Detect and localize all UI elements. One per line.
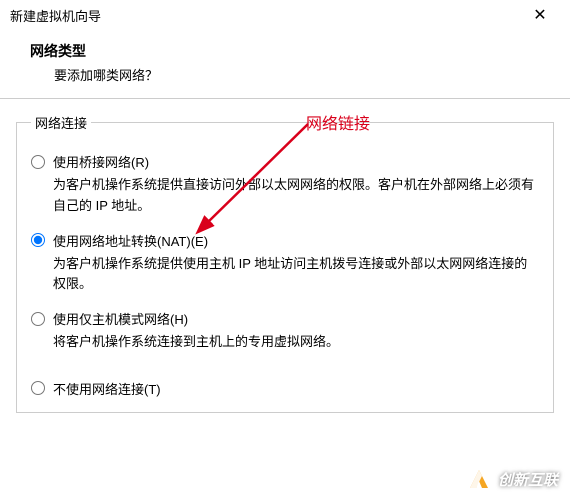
titlebar: 新建虚拟机向导 ✕: [0, 0, 570, 31]
option-bridge-desc: 为客户机操作系统提供直接访问外部以太网网络的权限。客户机在外部网络上必须有自己的…: [53, 175, 539, 217]
option-bridge-radio[interactable]: [31, 155, 45, 169]
window-title: 新建虚拟机向导: [10, 6, 101, 25]
option-bridge: 使用桥接网络(R) 为客户机操作系统提供直接访问外部以太网网络的权限。客户机在外…: [31, 152, 539, 217]
option-nat-label: 使用网络地址转换(NAT)(E): [53, 231, 208, 250]
option-hostonly-line[interactable]: 使用仅主机模式网络(H): [31, 309, 539, 328]
option-nat-radio[interactable]: [31, 233, 45, 247]
option-none-label: 不使用网络连接(T): [53, 379, 161, 398]
option-none: 不使用网络连接(T): [31, 379, 539, 398]
option-none-radio[interactable]: [31, 381, 45, 395]
option-nat-line[interactable]: 使用网络地址转换(NAT)(E): [31, 231, 539, 250]
option-hostonly-label: 使用仅主机模式网络(H): [53, 309, 188, 328]
option-none-line[interactable]: 不使用网络连接(T): [31, 379, 539, 398]
option-nat-desc: 为客户机操作系统提供使用主机 IP 地址访问主机拨号连接或外部以太网网络连接的权…: [53, 254, 539, 296]
watermark-logo-icon: [466, 466, 492, 492]
page-subtitle: 要添加哪类网络？: [30, 65, 540, 84]
option-hostonly: 使用仅主机模式网络(H) 将客户机操作系统连接到主机上的专用虚拟网络。: [31, 309, 539, 353]
network-connection-fieldset: 网络连接 使用桥接网络(R) 为客户机操作系统提供直接访问外部以太网网络的权限。…: [16, 113, 554, 413]
option-hostonly-desc: 将客户机操作系统连接到主机上的专用虚拟网络。: [53, 332, 539, 353]
option-nat: 使用网络地址转换(NAT)(E) 为客户机操作系统提供使用主机 IP 地址访问主…: [31, 231, 539, 296]
dialog-header: 网络类型 要添加哪类网络？: [0, 31, 570, 99]
watermark-text: 创新互联: [498, 469, 558, 490]
option-bridge-line[interactable]: 使用桥接网络(R): [31, 152, 539, 171]
page-title: 网络类型: [30, 41, 540, 61]
close-button[interactable]: ✕: [520, 5, 560, 25]
option-bridge-label: 使用桥接网络(R): [53, 152, 149, 171]
watermark: 创新互联: [462, 464, 562, 494]
option-hostonly-radio[interactable]: [31, 312, 45, 326]
fieldset-legend: 网络连接: [31, 113, 91, 132]
